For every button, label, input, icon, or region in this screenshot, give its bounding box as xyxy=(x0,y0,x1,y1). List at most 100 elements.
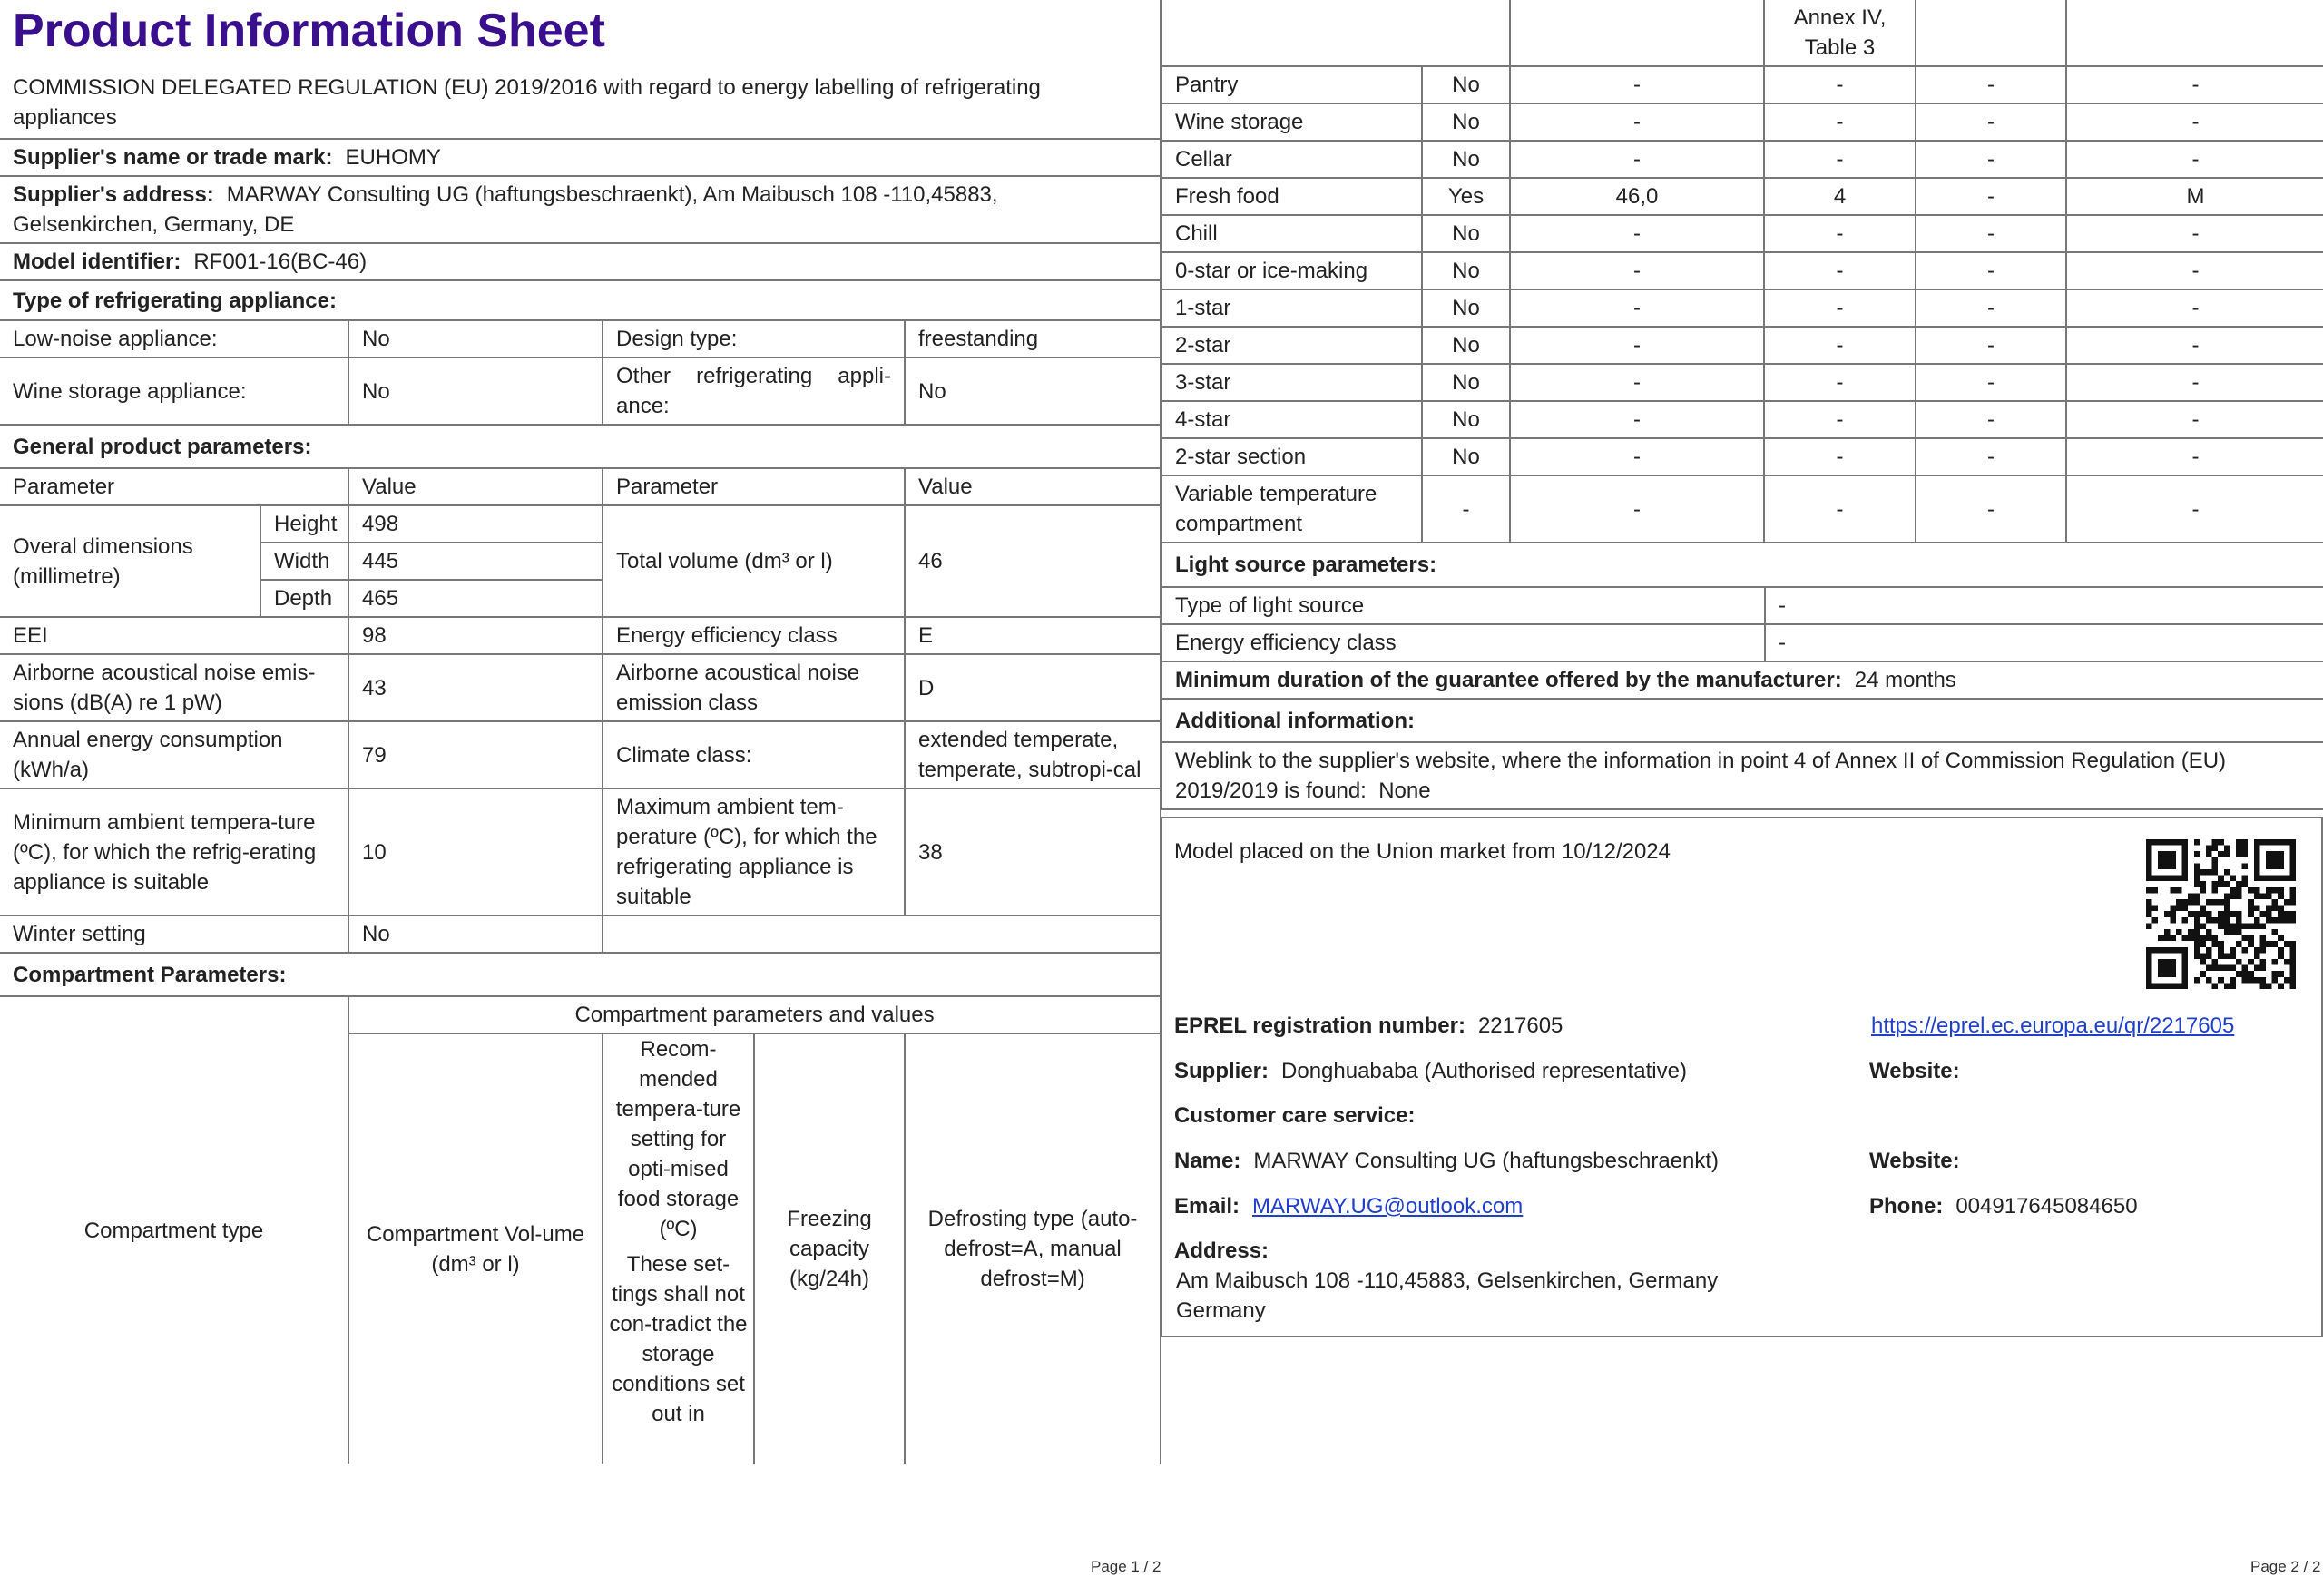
compartment-row: Chill No - - - - xyxy=(1161,214,2323,253)
compartment-freezing: - xyxy=(1915,251,2067,290)
compartment-present: No xyxy=(1421,65,1511,104)
compartment-defrost: - xyxy=(2065,214,2323,253)
page-2: Annex IV, Table 3 Pantry No - - - - Wine stora… xyxy=(1161,0,2323,1337)
page-1: Product Information Sheet COMMISSION DEL… xyxy=(0,0,1162,1464)
compartment-freezing: - xyxy=(1915,363,2067,402)
compartment-temp: - xyxy=(1763,326,1916,365)
compartment-heading: Compartment Parameters: xyxy=(0,952,1162,997)
guarantee-value: 24 months xyxy=(1854,668,1956,692)
compartment-defrost: - xyxy=(2065,363,2323,402)
min-temp-value: 10 xyxy=(348,788,603,916)
compartment-volume: - xyxy=(1509,289,1765,328)
compartment-present: No xyxy=(1421,363,1511,402)
care-phone-value: 004917645084650 xyxy=(1955,1194,2138,1219)
compartment-defrost: - xyxy=(2065,475,2323,543)
compartment-freezing: - xyxy=(1915,289,2067,328)
compartment-volume: - xyxy=(1509,251,1765,290)
compartment-temp: - xyxy=(1763,363,1916,402)
supplier-name-label: Supplier's name or trade mark: xyxy=(13,145,333,170)
care-name-row: Name: MARWAY Consulting UG (haftungsbesch… xyxy=(1174,1146,1719,1176)
eprel-label: EPREL registration number: xyxy=(1174,1013,1465,1038)
compartment-defrost: - xyxy=(2065,437,2323,476)
compartment-rows: Pantry No - - - - Wine storage No - - - - Cellar No - -… xyxy=(1161,65,2323,543)
design-type-value: freestanding xyxy=(903,319,1162,358)
care-phone-label: Phone: xyxy=(1869,1194,1944,1219)
compartment-defrost: - xyxy=(2065,65,2323,104)
compartment-temp: - xyxy=(1763,65,1916,104)
product-sheet-table: Product Information Sheet COMMISSION DEL… xyxy=(0,0,1162,1464)
compartment-present: No xyxy=(1421,214,1511,253)
header-cell-blank-2 xyxy=(1509,0,1765,67)
compartment-name: 0-star or ice-making xyxy=(1161,251,1423,290)
compartment-temp: - xyxy=(1763,437,1916,476)
compartment-name: 3-star xyxy=(1161,363,1423,402)
light-class-label: Energy efficiency class xyxy=(1161,623,1766,662)
climate-class-value: extended temperate, temperate, subtropi-… xyxy=(903,720,1162,789)
noise-label: Airborne acoustical noise emis-sions (dB… xyxy=(0,653,349,722)
light-guarantee-table: Light source parameters: Type of light s… xyxy=(1161,543,2323,810)
page-number-2: Page 2 / 2 xyxy=(2250,1558,2321,1575)
compartment-defrost: - xyxy=(2065,103,2323,142)
eprel-link[interactable]: https://eprel.ec.europa.eu/qr/2217605 xyxy=(1871,1011,2234,1041)
eei-value: 98 xyxy=(348,616,603,655)
low-noise-label: Low-noise appliance: xyxy=(0,319,349,358)
page-title: Product Information Sheet xyxy=(13,5,605,57)
compartment-temp: - xyxy=(1763,475,1916,543)
energy-class-label: Energy efficiency class xyxy=(602,616,906,655)
compartment-freezing: - xyxy=(1915,214,2067,253)
general-parameters-heading: General product parameters: xyxy=(0,424,1162,469)
compartment-row: 0-star or ice-making No - - - - xyxy=(1161,251,2323,290)
compartment-temp: 4 xyxy=(1763,177,1916,216)
compartment-name: Pantry xyxy=(1161,65,1423,104)
compartment-volume: - xyxy=(1509,400,1765,439)
care-phone-row: Phone: 004917645084650 xyxy=(1869,1191,2138,1221)
compartment-row: Cellar No - - - - xyxy=(1161,140,2323,179)
low-noise-value: No xyxy=(348,319,603,358)
compartment-name: Variable temperature compartment xyxy=(1161,475,1423,543)
compartment-volume: - xyxy=(1509,475,1765,543)
compartment-temp: - xyxy=(1763,103,1916,142)
supplier-name-value: EUHOMY xyxy=(345,145,441,170)
care-email-link[interactable]: MARWAY.UG@outlook.com xyxy=(1252,1194,1523,1219)
compartment-row: 4-star No - - - - xyxy=(1161,400,2323,439)
wine-storage-value: No xyxy=(348,357,603,426)
dimensions-label: Overal dimensions (millimetre) xyxy=(0,504,261,618)
compartment-freezing: - xyxy=(1915,400,2067,439)
compartment-temp: - xyxy=(1763,251,1916,290)
compartment-freezing: - xyxy=(1915,177,2067,216)
compartment-present: No xyxy=(1421,251,1511,290)
compartment-name: Wine storage xyxy=(1161,103,1423,142)
market-supplier-label: Supplier: xyxy=(1174,1059,1269,1083)
col-compartment-type: Compartment type xyxy=(0,995,349,1464)
compartment-volume: 46,0 xyxy=(1509,177,1765,216)
light-class-value: - xyxy=(1764,623,2323,662)
compartment-present: - xyxy=(1421,475,1511,543)
supplier-address-label: Supplier's address: xyxy=(13,182,214,207)
compartment-volume: - xyxy=(1509,65,1765,104)
compartment-freezing: - xyxy=(1915,437,2067,476)
compartment-name: 1-star xyxy=(1161,289,1423,328)
compartment-volume: - xyxy=(1509,103,1765,142)
max-temp-label: Maximum ambient tem-perature (ºC), for w… xyxy=(602,788,906,916)
regulation-text: COMMISSION DELEGATED REGULATION (EU) 201… xyxy=(13,75,1041,130)
compartment-defrost: - xyxy=(2065,326,2323,365)
header-cell-blank-3 xyxy=(1915,0,2067,67)
winter-setting-value: No xyxy=(348,915,603,954)
total-volume-value: 46 xyxy=(903,504,1162,618)
appliance-type-heading: Type of refrigerating appliance: xyxy=(0,279,1162,321)
width-label: Width xyxy=(260,542,349,581)
market-supplier-value: Donghuababa (Authorised representative) xyxy=(1281,1059,1687,1083)
compartment-name: Chill xyxy=(1161,214,1423,253)
col-defrosting-type: Defrosting type (auto-defrost=A, manual … xyxy=(903,1033,1162,1464)
care-address-label: Address: xyxy=(1174,1239,1269,1263)
col-parameter-header-2: Parameter xyxy=(602,467,906,506)
compartment-volume: - xyxy=(1509,437,1765,476)
weblink-row: Weblink to the supplier's website, where… xyxy=(1161,741,2323,810)
compartment-name: 2-star xyxy=(1161,326,1423,365)
light-type-value: - xyxy=(1764,586,2323,625)
noise-class-label: Airborne acoustical noise emission class xyxy=(602,653,906,722)
compartment-volume: - xyxy=(1509,214,1765,253)
empty-cell xyxy=(601,915,1162,954)
compartment-temp: - xyxy=(1763,289,1916,328)
height-value: 498 xyxy=(348,504,603,543)
